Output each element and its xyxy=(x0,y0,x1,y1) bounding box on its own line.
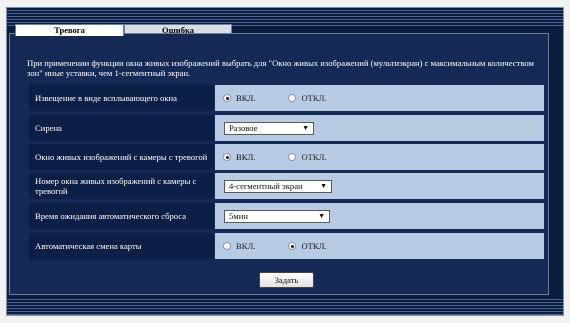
popup-off-radio[interactable]: ОТКЛ. xyxy=(288,93,327,103)
popup-notification-value: ВКЛ. ОТКЛ. xyxy=(215,85,544,111)
radio-selected-icon xyxy=(223,153,231,161)
map-switch-value: ВКЛ. ОТКЛ. xyxy=(215,233,544,259)
siren-label: Сирена xyxy=(29,115,214,141)
window-number-select[interactable]: 4-сегментный экран ▼ xyxy=(224,179,332,193)
footer-stripes xyxy=(7,297,563,315)
alarm-camera-window-label: Окно живых изображений с камеры с тревог… xyxy=(29,144,214,170)
popup-notification-label: Извещение в виде всплывающего окна xyxy=(29,85,214,111)
map-switch-off-label: ОТКЛ. xyxy=(301,241,327,251)
radio-unselected-icon xyxy=(288,153,297,161)
auto-reset-label: Время ожидания автоматического сброса xyxy=(29,203,214,229)
map-switch-on-radio[interactable]: ВКЛ. xyxy=(223,241,255,251)
map-switch-on-label: ВКЛ. xyxy=(236,241,256,251)
popup-on-radio[interactable]: ВКЛ. xyxy=(223,93,255,103)
radio-selected-icon xyxy=(288,242,297,250)
alarm-camera-on-radio[interactable]: ВКЛ. xyxy=(223,152,255,162)
popup-on-label: ВКЛ. xyxy=(236,93,256,103)
siren-value: Разовое ▼ xyxy=(215,115,544,141)
auto-reset-value: 5мин ▼ xyxy=(215,203,544,229)
row-alarm-camera-window: Окно живых изображений с камеры с тревог… xyxy=(29,144,544,170)
row-window-number: Номер окна живых изображений с камеры с … xyxy=(29,173,544,199)
notice-text: При применении функции окна живых изобра… xyxy=(27,58,534,78)
set-button[interactable]: Задать xyxy=(259,272,314,288)
window-number-label: Номер окна живых изображений с камеры с … xyxy=(29,173,214,199)
row-auto-reset: Время ожидания автоматического сброса 5м… xyxy=(29,203,544,229)
row-siren: Сирена Разовое ▼ xyxy=(29,115,544,141)
alarm-camera-on-label: ВКЛ. xyxy=(236,152,256,162)
popup-off-label: ОТКЛ. xyxy=(301,93,327,103)
row-map-switch: Автоматическая смена карты ВКЛ. ОТКЛ. xyxy=(29,233,544,259)
tab-alarm[interactable]: Тревога xyxy=(15,24,124,36)
radio-unselected-icon xyxy=(288,94,297,102)
radio-unselected-icon xyxy=(223,242,231,250)
chevron-down-icon: ▼ xyxy=(302,123,309,132)
map-switch-off-radio[interactable]: ОТКЛ. xyxy=(288,241,327,251)
map-switch-label: Автоматическая смена карты xyxy=(29,233,214,259)
alarm-camera-window-value: ВКЛ. ОТКЛ. xyxy=(215,144,544,170)
alarm-camera-off-label: ОТКЛ. xyxy=(301,152,327,162)
window-number-value: 4-сегментный экран ▼ xyxy=(215,173,544,199)
row-popup-notification: Извещение в виде всплывающего окна ВКЛ. … xyxy=(29,85,544,111)
alarm-camera-off-radio[interactable]: ОТКЛ. xyxy=(288,152,327,162)
siren-select-value: Разовое xyxy=(229,123,258,133)
siren-select[interactable]: Разовое ▼ xyxy=(224,121,314,135)
auto-reset-select[interactable]: 5мин ▼ xyxy=(224,209,330,223)
radio-selected-icon xyxy=(223,94,231,102)
chevron-down-icon: ▼ xyxy=(318,211,325,220)
window-number-select-value: 4-сегментный экран xyxy=(229,181,303,191)
auto-reset-select-value: 5мин xyxy=(229,211,248,221)
chevron-down-icon: ▼ xyxy=(320,181,327,190)
